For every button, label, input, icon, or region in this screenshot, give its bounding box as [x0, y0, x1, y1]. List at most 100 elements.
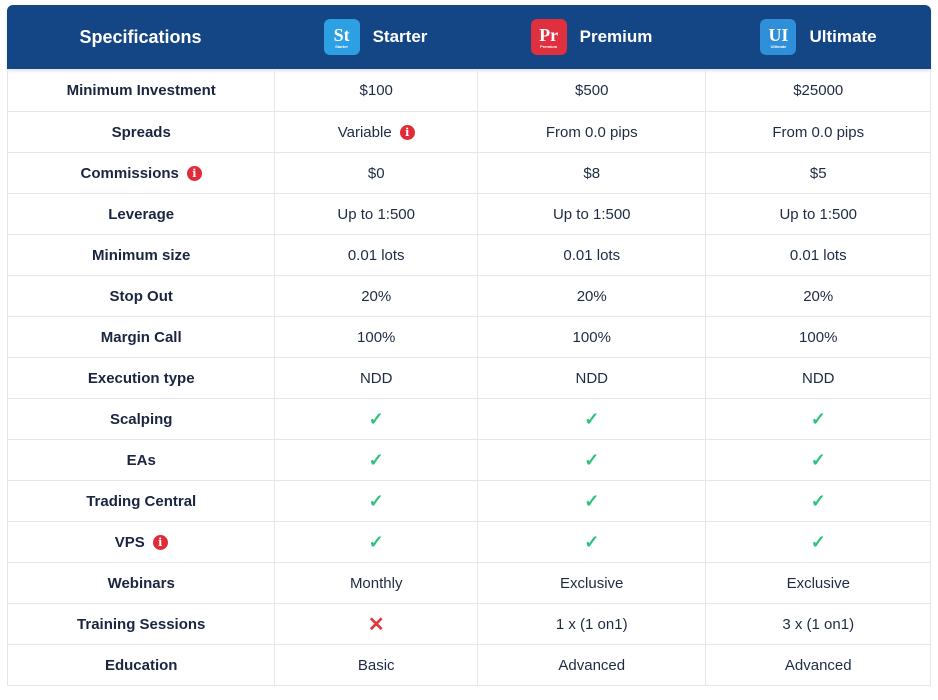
table-row: Minimum size 0.01 lots 0.01 lots 0.01 lots — [8, 234, 930, 275]
value-cell: ✓ — [705, 481, 930, 521]
row-label-cell: Education — [8, 645, 274, 685]
ultimate-logo-icon: UI Ultimate — [760, 19, 797, 55]
value-cell: Up to 1:500 — [274, 194, 477, 234]
check-icon: ✓ — [584, 531, 600, 552]
value-cell: Advanced — [476, 645, 706, 685]
value-cell: ✓ — [274, 399, 477, 439]
cell-value: $500 — [575, 81, 609, 99]
cell-value: 20% — [803, 287, 834, 305]
row-label: Webinars — [107, 574, 175, 592]
cell-value: Advanced — [784, 656, 852, 674]
value-cell: ✕ — [274, 604, 477, 644]
value-cell: From 0.0 pips — [476, 112, 706, 152]
plan-header-ultimate: UI Ultimate Ultimate — [706, 5, 931, 69]
value-cell: 20% — [476, 276, 706, 316]
cell-value: NDD — [575, 369, 608, 387]
starter-plan-name: Starter — [372, 27, 428, 46]
cell-value: Up to 1:500 — [552, 205, 631, 223]
value-cell: ✓ — [705, 522, 930, 562]
table-row: Commissions i $0 $8 $5 — [8, 152, 930, 193]
table-row: Minimum Investment $100 $500 $25000 — [8, 69, 930, 111]
starter-logo-abbr: St — [333, 24, 350, 45]
value-cell: $0 — [274, 153, 477, 193]
cell-value: 100% — [357, 328, 396, 346]
ultimate-logo-abbr: UI — [768, 24, 789, 45]
premium-logo-abbr: Pr — [539, 24, 559, 45]
row-label-cell: Margin Call — [8, 317, 274, 357]
row-label: Minimum Investment — [66, 81, 216, 99]
table-row: EAs ✓ ✓ ✓ — [8, 439, 930, 480]
cell-value: From 0.0 pips — [545, 123, 638, 141]
cell-value: Exclusive — [786, 574, 850, 592]
value-cell: ✓ — [705, 440, 930, 480]
value-cell: NDD — [476, 358, 706, 398]
cell-value: 20% — [361, 287, 392, 305]
ultimate-plan-name: Ultimate — [809, 27, 877, 46]
row-label: EAs — [126, 451, 156, 469]
row-label-cell: Spreads — [8, 112, 274, 152]
value-cell: $8 — [476, 153, 706, 193]
cell-value: Monthly — [349, 574, 403, 592]
plan-header-premium: Pr Premium Premium — [477, 5, 706, 69]
table-row: Education Basic Advanced Advanced — [8, 644, 930, 685]
check-icon: ✓ — [810, 449, 826, 470]
table-row: VPS i ✓ ✓ ✓ — [8, 521, 930, 562]
value-cell: 100% — [476, 317, 706, 357]
cell-value: $0 — [367, 164, 385, 182]
row-label: Margin Call — [100, 328, 182, 346]
cell-value: 100% — [572, 328, 611, 346]
premium-logo-small: Premium — [540, 43, 558, 49]
info-icon[interactable]: i — [152, 534, 168, 550]
row-label: Stop Out — [109, 287, 173, 305]
row-label: Leverage — [108, 205, 175, 223]
value-cell: ✓ — [476, 522, 706, 562]
row-label-cell: Webinars — [8, 563, 274, 603]
check-icon: ✓ — [810, 531, 826, 552]
info-icon[interactable]: i — [399, 124, 415, 140]
cell-value: 1 x (1 on1) — [555, 615, 628, 633]
cell-value: $25000 — [793, 81, 844, 99]
row-label: Scalping — [109, 410, 173, 428]
cell-value: Up to 1:500 — [337, 205, 415, 223]
row-label: VPS — [114, 533, 145, 551]
value-cell: Basic — [274, 645, 477, 685]
value-cell: 20% — [274, 276, 477, 316]
row-label: Spreads — [111, 123, 171, 141]
cell-value: 20% — [576, 287, 607, 305]
specifications-table: Specifications St Starter Starter Pr Pre… — [7, 5, 931, 686]
table-row: Training Sessions ✕ 1 x (1 on1) 3 x (1 on1) — [8, 603, 930, 644]
info-icon[interactable]: i — [186, 165, 202, 181]
cell-value: Basic — [357, 656, 395, 674]
value-cell: ✓ — [274, 522, 477, 562]
row-label: Minimum size — [92, 246, 191, 264]
row-label-cell: Trading Central — [8, 481, 274, 521]
cell-value: Exclusive — [560, 574, 624, 592]
value-cell: From 0.0 pips — [705, 112, 930, 152]
cell-value: NDD — [801, 369, 835, 387]
value-cell: $5 — [705, 153, 930, 193]
value-cell: 0.01 lots — [274, 235, 477, 275]
cell-value: 3 x (1 on1) — [782, 615, 855, 633]
value-cell: Up to 1:500 — [476, 194, 706, 234]
check-icon: ✓ — [368, 449, 384, 470]
cell-value: NDD — [359, 369, 393, 387]
value-cell: NDD — [274, 358, 477, 398]
value-cell: ✓ — [476, 399, 706, 439]
cell-value: 100% — [799, 328, 838, 346]
premium-logo-icon: Pr Premium — [530, 19, 567, 55]
value-cell: 0.01 lots — [476, 235, 706, 275]
row-label-cell: Leverage — [8, 194, 274, 234]
check-icon: ✓ — [368, 408, 384, 429]
starter-logo-icon: St Starter — [323, 19, 360, 55]
table-row: Spreads Variable i From 0.0 pips From 0.0 pi… — [8, 111, 930, 152]
check-icon: ✓ — [810, 408, 826, 429]
row-label: Commissions — [80, 164, 179, 182]
value-cell: ✓ — [274, 440, 477, 480]
value-cell: Variable i — [274, 112, 477, 152]
value-cell: 100% — [705, 317, 930, 357]
cell-value: $100 — [359, 81, 393, 99]
value-cell: 1 x (1 on1) — [476, 604, 706, 644]
row-label-cell: Minimum size — [8, 235, 274, 275]
value-cell: $500 — [476, 69, 706, 111]
row-label-cell: Execution type — [8, 358, 274, 398]
